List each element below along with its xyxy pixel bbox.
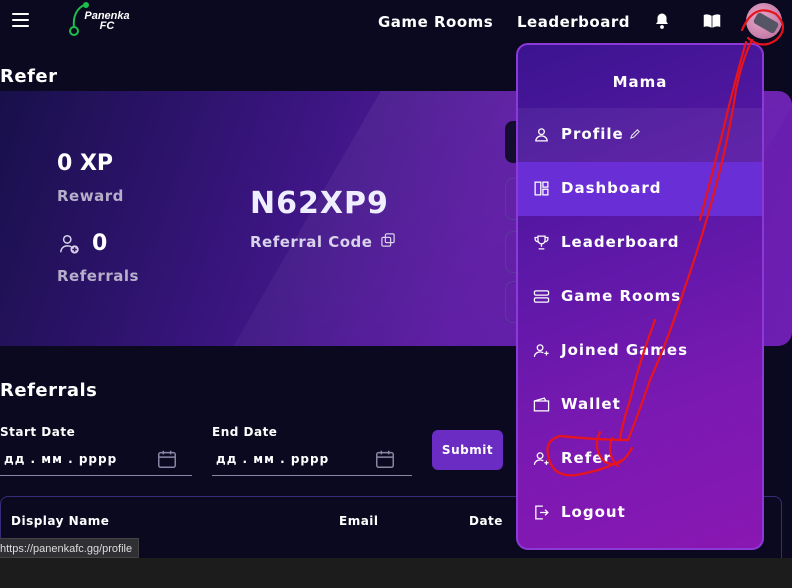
column-header-email: Email [339,514,379,528]
user-plus-icon [60,235,79,254]
hamburger-menu-icon[interactable] [12,13,29,28]
taskbar [0,558,792,588]
menu-item-leaderboard[interactable]: Leaderboard [518,216,762,270]
menu-item-refer[interactable]: Refer [518,432,762,486]
start-date-input[interactable]: дд . мм . рррр [0,442,192,476]
menu-item-label: Profile [561,125,624,143]
menu-item-profile[interactable]: Profile [518,108,762,162]
logo[interactable]: Panenka FC [66,0,136,40]
menu-item-joined-games[interactable]: Joined Games [518,324,762,378]
menu-item-label: Logout [561,503,626,521]
logo-text-line2: FC [99,20,115,32]
dashboard-icon [534,181,549,196]
column-header-display-name: Display Name [11,514,110,528]
menu-item-wallet[interactable]: Wallet [518,378,762,432]
refer-icon [533,452,549,465]
end-date-value: дд . мм . рррр [216,452,330,466]
menu-item-logout[interactable]: Logout [518,486,762,540]
referral-code-label: Referral Code [250,233,373,251]
menu-user-name: Mama [612,73,668,91]
column-header-date: Date [469,514,503,528]
end-date-label: End Date [212,425,278,439]
user-icon [535,128,548,142]
menu-item-label: Joined Games [561,341,689,359]
server-icon [533,290,550,303]
top-navbar: Panenka FC Game Rooms Leaderboard [0,0,792,44]
book-icon[interactable] [703,13,721,29]
referrals-section-title: Referrals [0,380,98,401]
referral-count: 0 [92,231,108,256]
menu-item-label: Dashboard [561,179,662,197]
menu-item-game-rooms[interactable]: Game Rooms [518,270,762,324]
logout-icon [535,505,549,520]
menu-item-label: Refer [561,449,612,467]
pencil-icon[interactable] [630,128,641,139]
trophy-icon [534,235,549,250]
nav-link-leaderboard[interactable]: Leaderboard [517,13,630,31]
menu-item-label: Leaderboard [561,233,680,251]
xp-value: 0 XP [57,151,114,176]
submit-button[interactable]: Submit [432,430,503,470]
bell-icon[interactable] [653,12,671,30]
calendar-icon[interactable] [156,448,178,470]
nav-link-game-rooms[interactable]: Game Rooms [378,13,493,31]
referrals-label: Referrals [57,267,139,285]
user-plus-icon [533,344,549,357]
menu-item-label: Game Rooms [561,287,682,305]
calendar-icon[interactable] [374,448,396,470]
wallet-icon [533,397,550,412]
user-dropdown-menu: Mama Profile Dashboard Leaderboard Game [516,43,764,550]
copy-icon[interactable] [381,233,395,247]
refer-section-title: Refer [0,66,58,87]
menu-item-dashboard[interactable]: Dashboard [518,162,762,216]
start-date-label: Start Date [0,425,76,439]
referral-code: N62XP9 [250,186,389,221]
start-date-value: дд . мм . рррр [4,452,118,466]
menu-item-label: Wallet [561,395,621,413]
status-bar-url: https://panenkafc.gg/profile [0,538,140,558]
avatar[interactable] [746,3,782,39]
end-date-input[interactable]: дд . мм . рррр [212,442,412,476]
reward-label: Reward [57,187,124,205]
